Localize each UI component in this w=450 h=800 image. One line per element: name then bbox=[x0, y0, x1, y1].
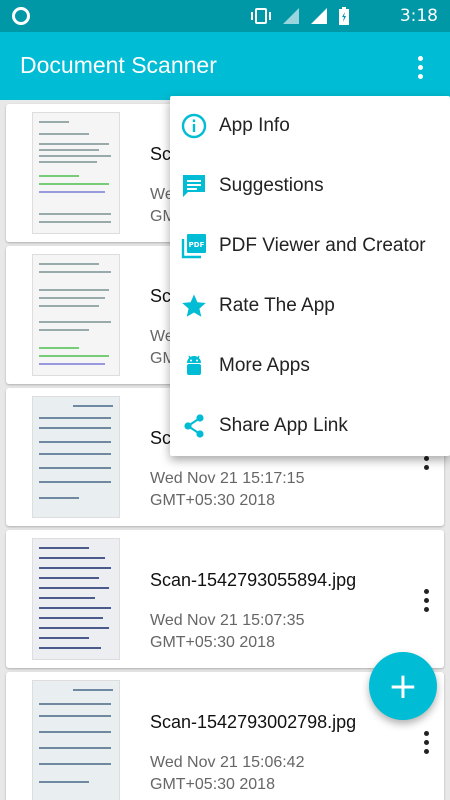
overflow-menu-button[interactable] bbox=[410, 52, 430, 82]
vibrate-icon bbox=[251, 8, 271, 24]
menu-item-label: Suggestions bbox=[219, 175, 324, 196]
signal-icon bbox=[283, 8, 299, 24]
menu-item-label: Share App Link bbox=[219, 415, 348, 436]
time-line: GMT+05:30 2018 bbox=[150, 492, 275, 509]
document-date: Wed Nov 21 15:07:35 GMT+05:30 2018 bbox=[150, 610, 350, 654]
menu-item-label: More Apps bbox=[219, 355, 310, 376]
document-options-button[interactable] bbox=[418, 728, 434, 756]
menu-item-more-apps[interactable]: More Apps bbox=[170, 336, 450, 396]
menu-item-label: App Info bbox=[219, 115, 290, 136]
document-card[interactable]: Scan-1542793055894.jpg Wed Nov 21 15:07:… bbox=[6, 530, 444, 668]
document-thumbnail bbox=[32, 680, 120, 800]
signal-icon-2 bbox=[311, 8, 327, 24]
document-thumbnail bbox=[32, 254, 120, 376]
more-vert-dot bbox=[423, 597, 429, 603]
status-bar: 3:18 bbox=[0, 0, 450, 32]
document-date: Wed Nov 21 15:06:42 GMT+05:30 2018 bbox=[150, 752, 350, 796]
add-scan-button[interactable]: + bbox=[369, 652, 437, 720]
menu-item-suggestions[interactable]: Suggestions bbox=[170, 156, 450, 216]
star-icon bbox=[180, 292, 208, 320]
info-icon bbox=[180, 112, 208, 140]
more-vert-dot bbox=[423, 606, 429, 612]
menu-item-app-info[interactable]: App Info bbox=[170, 96, 450, 156]
svg-text:PDF: PDF bbox=[189, 241, 205, 249]
document-name: Sc bbox=[150, 286, 172, 306]
android-icon bbox=[180, 352, 208, 380]
document-thumbnail bbox=[32, 112, 120, 234]
time-line: GMT+05:30 2018 bbox=[150, 634, 275, 651]
overflow-menu: App Info Suggestions PDF PDF Viewer and … bbox=[170, 96, 450, 456]
more-vert-dot bbox=[417, 64, 423, 70]
menu-item-rate-app[interactable]: Rate The App bbox=[170, 276, 450, 336]
time-line: GMT+05:30 2018 bbox=[150, 776, 275, 793]
menu-item-share-app-link[interactable]: Share App Link bbox=[170, 396, 450, 456]
menu-item-label: PDF Viewer and Creator bbox=[219, 235, 426, 256]
more-vert-dot bbox=[423, 455, 429, 461]
battery-icon bbox=[339, 7, 349, 25]
status-icons bbox=[250, 6, 350, 26]
more-vert-icon bbox=[423, 730, 429, 736]
menu-item-label: Rate The App bbox=[219, 295, 335, 316]
feedback-icon bbox=[180, 172, 208, 200]
document-date: Wed Nov 21 15:17:15 GMT+05:30 2018 bbox=[150, 468, 350, 512]
share-icon bbox=[180, 412, 208, 440]
more-vert-icon bbox=[423, 588, 429, 594]
pdf-icon: PDF bbox=[180, 232, 208, 260]
document-thumbnail bbox=[32, 538, 120, 660]
date-line: Wed Nov 21 15:17:15 bbox=[150, 470, 305, 487]
document-name: Sc bbox=[150, 428, 172, 448]
notification-icon bbox=[12, 7, 30, 25]
date-line: Wed Nov 21 15:06:42 bbox=[150, 754, 305, 771]
date-line: Wed Nov 21 15:07:35 bbox=[150, 612, 305, 629]
document-name: Scan-1542793055894.jpg bbox=[150, 570, 357, 590]
more-vert-dot bbox=[417, 73, 423, 79]
more-vert-dot bbox=[423, 464, 429, 470]
app-title: Document Scanner bbox=[20, 52, 217, 78]
more-vert-dot bbox=[423, 739, 429, 745]
document-name: Sc bbox=[150, 144, 172, 164]
app-bar: Document Scanner bbox=[0, 32, 450, 100]
document-thumbnail bbox=[32, 396, 120, 518]
more-vert-dot bbox=[423, 748, 429, 754]
document-name: Scan-1542793002798.jpg bbox=[150, 712, 357, 732]
document-options-button[interactable] bbox=[418, 586, 434, 614]
menu-item-pdf-viewer[interactable]: PDF PDF Viewer and Creator bbox=[170, 216, 450, 276]
clock: 3:18 bbox=[399, 6, 438, 26]
more-vert-icon bbox=[417, 55, 423, 61]
